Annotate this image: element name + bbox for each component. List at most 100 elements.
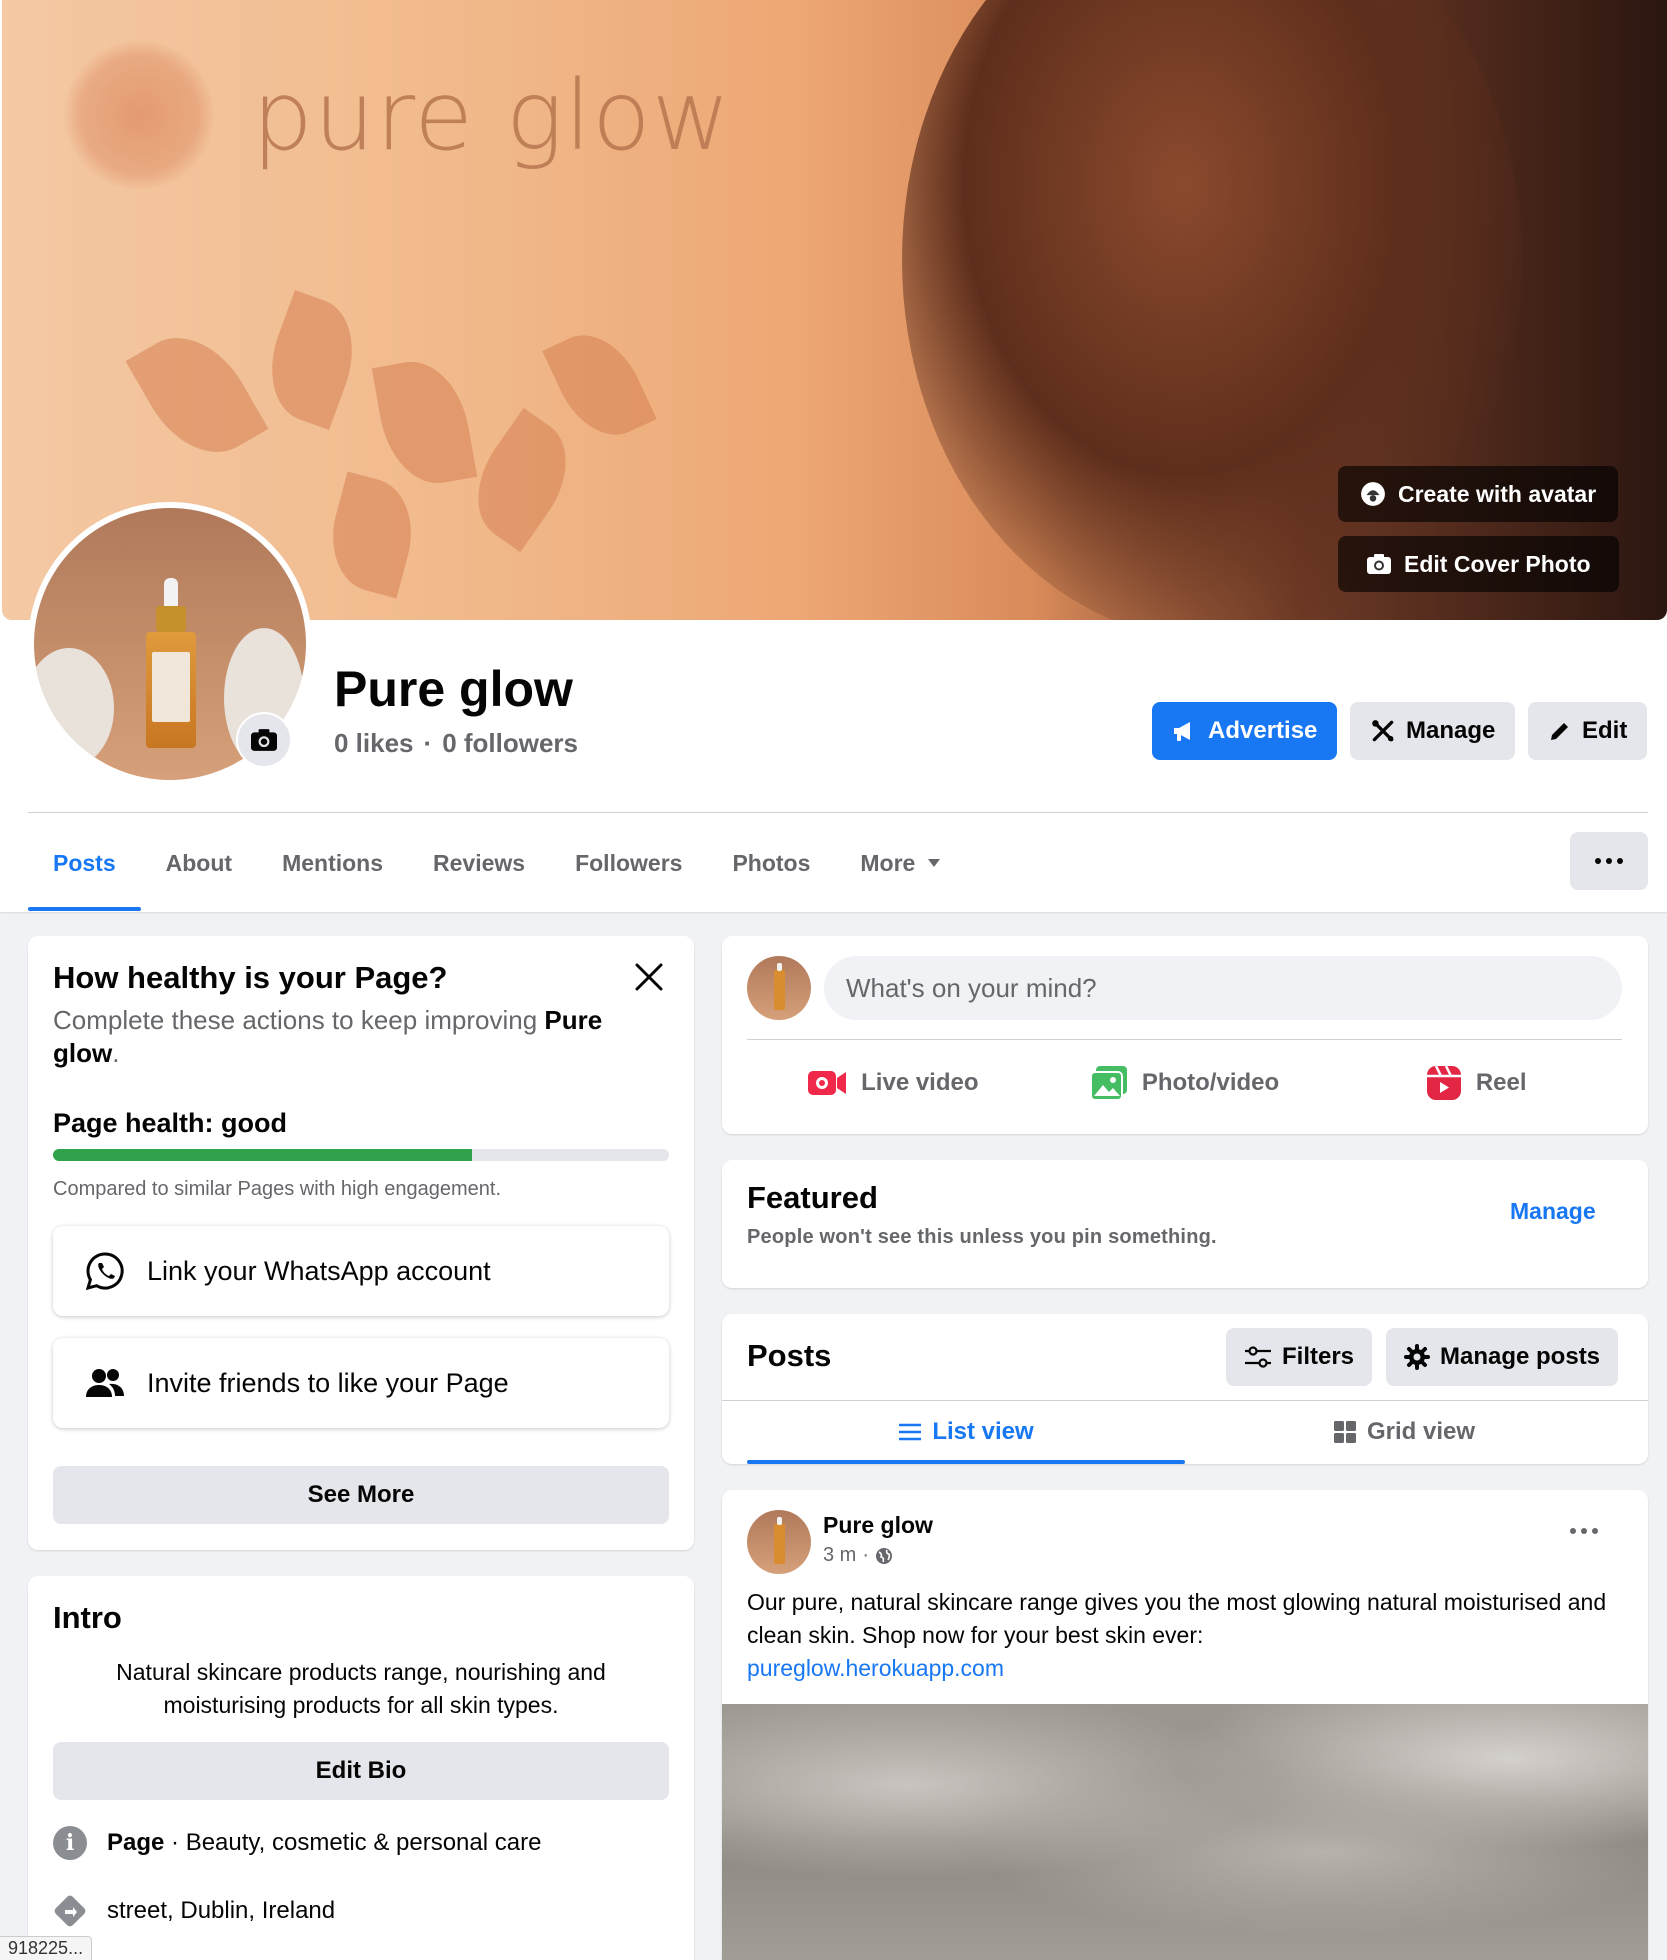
tab-label: More [860, 849, 916, 876]
intro-card: Intro Natural skincare products range, n… [28, 1576, 694, 1960]
followers-count[interactable]: 0 followers [442, 728, 578, 759]
post-author[interactable]: Pure glow [823, 1512, 933, 1539]
brand-logo-mark [64, 40, 214, 190]
edit-cover-photo-label: Edit Cover Photo [1404, 550, 1591, 577]
post-options-button[interactable] [1570, 1528, 1598, 1534]
edit-bio-button[interactable]: Edit Bio [53, 1742, 669, 1800]
photo-video-button[interactable]: Photo/video [1039, 1050, 1331, 1116]
close-icon [635, 963, 663, 991]
photo-icon [1089, 1066, 1127, 1101]
cover-leaf-decoration [542, 319, 657, 451]
tab-label: Reviews [433, 849, 526, 876]
health-progress-fill [53, 1149, 472, 1161]
create-with-avatar-button[interactable]: Create with avatar [1338, 466, 1619, 522]
featured-manage-link[interactable]: Manage [1510, 1198, 1596, 1225]
cover-leaf-decoration [454, 407, 590, 553]
see-more-button[interactable]: See More [53, 1466, 669, 1524]
whats-on-your-mind-input[interactable]: What's on your mind? [824, 956, 1622, 1020]
avatar[interactable] [747, 1510, 811, 1574]
people-icon [86, 1369, 124, 1397]
composer-options: Live video Photo/video Reel [747, 1050, 1622, 1116]
health-progress-bar [53, 1149, 669, 1161]
header-divider [28, 812, 1648, 813]
tab-label: Photos [732, 849, 811, 876]
featured-subtitle: People won't see this unless you pin som… [747, 1226, 1217, 1248]
post-text: Our pure, natural skincare range gives y… [747, 1586, 1607, 1685]
cover-leaf-decoration [125, 316, 269, 474]
meta-separator: · [862, 1544, 870, 1566]
tab-label: Followers [575, 849, 683, 876]
filters-button[interactable]: Filters [1226, 1328, 1373, 1386]
tab-label: Mentions [282, 849, 384, 876]
posts-header-card: Posts Filters Manage posts List view Gri… [722, 1314, 1648, 1464]
close-button[interactable] [630, 958, 668, 996]
page-stats: 0 likes · 0 followers [334, 728, 578, 759]
link-whatsapp-task[interactable]: Link your WhatsApp account [53, 1226, 669, 1316]
tab-more[interactable]: More [835, 815, 966, 911]
post-body: Our pure, natural skincare range gives y… [747, 1589, 1607, 1648]
whatsapp-icon [85, 1252, 124, 1291]
tab-posts[interactable]: Posts [28, 815, 141, 911]
health-note: Compared to similar Pages with high enga… [53, 1178, 502, 1200]
post-link[interactable]: pureglow.herokuapp.com [747, 1652, 1607, 1685]
manage-posts-label: Manage posts [1440, 1343, 1601, 1370]
invite-friends-task[interactable]: Invite friends to like your Page [53, 1338, 669, 1428]
update-profile-picture-button[interactable] [236, 712, 292, 768]
tab-mentions[interactable]: Mentions [257, 815, 408, 911]
photo-video-label: Photo/video [1141, 1069, 1280, 1096]
gear-icon [1404, 1344, 1430, 1370]
health-description: Complete these actions to keep improving… [53, 1005, 603, 1068]
stats-separator: · [423, 728, 433, 758]
task-label: Invite friends to like your Page [147, 1367, 509, 1398]
page-tabs: Posts About Mentions Reviews Followers P… [28, 815, 966, 911]
more-options-button[interactable] [1570, 832, 1648, 890]
address-text: street, Dublin, Ireland [107, 1897, 336, 1924]
featured-title: Featured [747, 1180, 878, 1215]
live-video-button[interactable]: Live video [747, 1050, 1039, 1116]
cover-leaf-decoration [319, 471, 425, 599]
intro-bio: Natural skincare products range, nourish… [116, 1659, 606, 1718]
list-icon [899, 1423, 922, 1441]
list-view-label: List view [932, 1418, 1034, 1445]
page-header: pure glow Create with avatar Edit Cover … [0, 0, 1667, 912]
tab-followers[interactable]: Followers [550, 815, 707, 911]
posts-divider [722, 1400, 1648, 1401]
cover-model-shape [902, 0, 1522, 620]
avatar-icon [1361, 482, 1385, 506]
cover-brand-text: pure glow [252, 60, 732, 172]
post-time[interactable]: 3 m [823, 1544, 856, 1567]
manage-button[interactable]: Manage [1350, 702, 1516, 760]
advertise-label: Advertise [1208, 717, 1318, 744]
advertise-button[interactable]: Advertise [1152, 702, 1338, 760]
featured-card: Featured People won't see this unless yo… [722, 1160, 1648, 1288]
edit-cover-photo-button[interactable]: Edit Cover Photo [1338, 536, 1619, 592]
manage-posts-button[interactable]: Manage posts [1386, 1328, 1619, 1386]
post-meta: 3 m · [823, 1544, 893, 1567]
composer-divider [747, 1039, 1622, 1040]
tab-label: Posts [53, 849, 116, 876]
status-bar-url: 918225... [0, 1936, 93, 1960]
tab-about[interactable]: About [141, 815, 257, 911]
tab-photos[interactable]: Photos [707, 815, 835, 911]
camera-icon [251, 729, 277, 751]
stone-shape [34, 648, 114, 768]
likes-count[interactable]: 0 likes [334, 728, 414, 759]
list-view-tab[interactable]: List view [747, 1402, 1185, 1464]
filters-label: Filters [1282, 1343, 1355, 1370]
tab-reviews[interactable]: Reviews [408, 815, 550, 911]
reel-icon [1426, 1065, 1461, 1100]
intro-title: Intro [53, 1600, 122, 1635]
category-text: Page · Beauty, cosmetic & personal care [107, 1829, 542, 1856]
grid-icon [1333, 1421, 1356, 1443]
edit-button[interactable]: Edit [1528, 702, 1648, 760]
serum-bottle [146, 578, 196, 748]
create-with-avatar-label: Create with avatar [1398, 480, 1597, 507]
post-image[interactable] [722, 1704, 1648, 1960]
avatar[interactable] [747, 956, 811, 1020]
grid-view-tab[interactable]: Grid view [1185, 1402, 1623, 1462]
category-row: i Page · Beauty, cosmetic & personal car… [53, 1826, 541, 1860]
tools-icon [1372, 720, 1394, 742]
reel-button[interactable]: Reel [1330, 1050, 1622, 1116]
cover-leaf-decoration [371, 353, 478, 492]
directions-icon [54, 1895, 86, 1927]
